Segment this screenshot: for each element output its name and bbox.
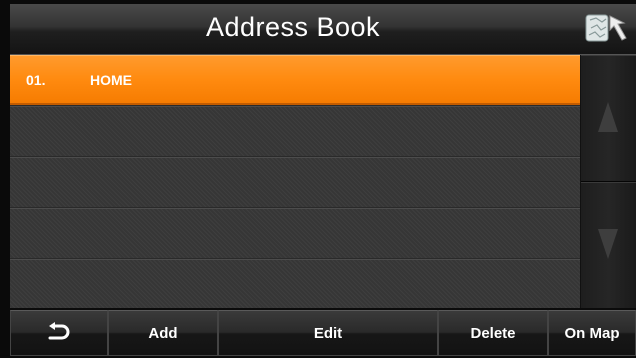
app-frame: Address Book 01. HOME Add Edit Delete On… [10,4,636,358]
bottom-toolbar: Add Edit Delete On Map [10,308,636,358]
add-button[interactable]: Add [108,310,218,356]
title-bar: Address Book [10,4,636,55]
map-return-button[interactable] [584,10,632,48]
edit-button[interactable]: Edit [218,310,438,356]
back-button[interactable] [10,310,108,356]
on-map-button[interactable]: On Map [548,310,636,356]
list-item[interactable] [10,157,580,209]
address-list: 01. HOME [10,55,580,308]
page-title: Address Book [205,12,381,42]
delete-button[interactable]: Delete [438,310,548,356]
entry-name: HOME [90,72,132,88]
scroll-bar [581,55,636,310]
arrow-up-icon [598,102,618,132]
list-item[interactable] [10,208,580,260]
back-arrow-icon [48,322,70,340]
list-item[interactable] [10,259,580,308]
scroll-down-button[interactable] [581,182,636,310]
arrow-down-icon [598,229,618,259]
map-return-icon [585,14,627,42]
list-item[interactable]: 01. HOME [10,55,580,107]
list-item[interactable] [10,106,580,158]
entry-number: 01. [26,72,46,88]
scroll-up-button[interactable] [581,55,636,182]
